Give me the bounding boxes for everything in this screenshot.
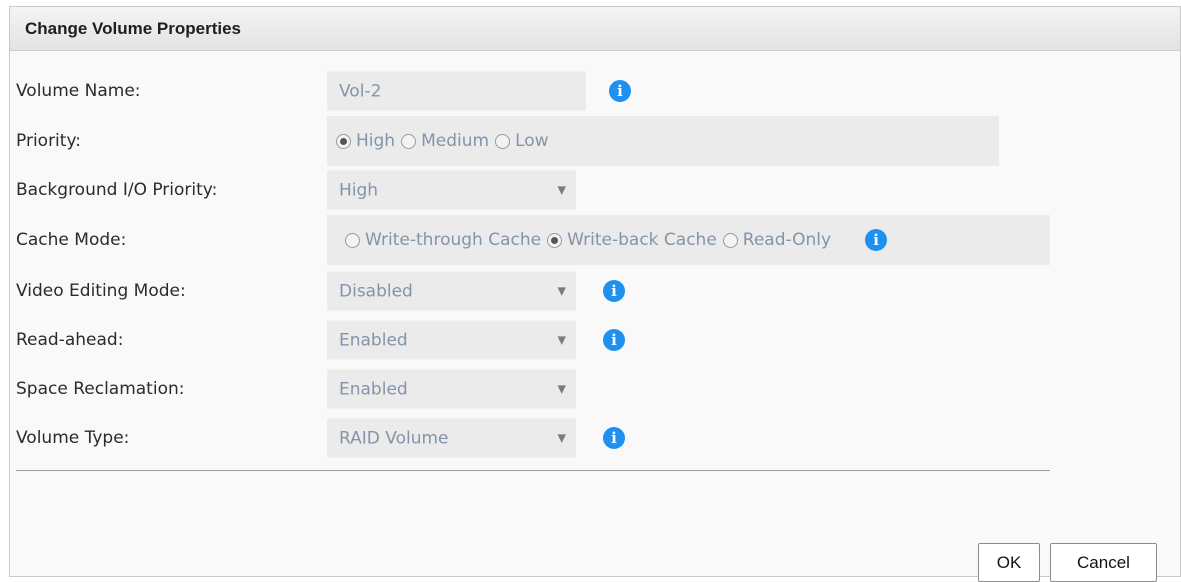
cache-read-only-radio[interactable] — [722, 232, 738, 248]
info-icon[interactable]: i — [603, 280, 625, 302]
dropdown-arrow-icon: ▼ — [557, 431, 566, 445]
info-icon[interactable]: i — [603, 329, 625, 351]
volume-type-row: Volume Type: RAID Volume ▼ i — [0, 418, 1181, 458]
priority-low-radio[interactable] — [495, 133, 511, 149]
video-editing-mode-select[interactable]: Disabled ▼ — [327, 271, 576, 311]
video-editing-mode-value: Disabled — [339, 281, 413, 301]
form-divider — [16, 470, 1050, 471]
priority-low-label[interactable]: Low — [515, 131, 548, 151]
space-reclamation-label: Space Reclamation: — [16, 379, 185, 399]
read-ahead-row: Read-ahead: Enabled ▼ i — [0, 320, 1181, 360]
cache-write-through-radio[interactable] — [345, 232, 360, 248]
cache-write-back-label[interactable]: Write-back Cache — [567, 230, 717, 250]
priority-high-label[interactable]: High — [356, 131, 395, 151]
priority-medium-radio[interactable] — [401, 133, 417, 149]
priority-label: Priority: — [16, 131, 81, 151]
dropdown-arrow-icon: ▼ — [557, 284, 566, 298]
volume-name-label: Volume Name: — [16, 81, 141, 101]
video-editing-mode-row: Video Editing Mode: Disabled ▼ i — [0, 271, 1181, 311]
dropdown-arrow-icon: ▼ — [557, 382, 566, 396]
priority-radio-group: High Medium Low — [327, 116, 999, 166]
volume-name-value: Vol-2 — [339, 81, 382, 101]
video-editing-mode-label: Video Editing Mode: — [16, 281, 186, 301]
cache-mode-row: Cache Mode: Write-through Cache Write-ba… — [0, 215, 1181, 265]
bg-io-priority-value: High — [339, 180, 379, 200]
space-reclamation-row: Space Reclamation: Enabled ▼ — [0, 369, 1181, 409]
space-reclamation-value: Enabled — [339, 379, 408, 399]
info-icon[interactable]: i — [609, 80, 631, 102]
read-ahead-label: Read-ahead: — [16, 330, 124, 350]
dialog-title: Change Volume Properties — [25, 18, 242, 38]
info-icon[interactable]: i — [603, 427, 625, 449]
cache-write-through-label[interactable]: Write-through Cache — [365, 230, 541, 250]
cache-mode-label: Cache Mode: — [16, 230, 127, 250]
volume-type-label: Volume Type: — [16, 428, 130, 448]
priority-high-radio[interactable] — [336, 133, 351, 149]
bg-io-priority-label: Background I/O Priority: — [16, 180, 218, 200]
space-reclamation-select[interactable]: Enabled ▼ — [327, 369, 576, 409]
bg-io-priority-row: Background I/O Priority: High ▼ — [0, 170, 1181, 210]
volume-type-select[interactable]: RAID Volume ▼ — [327, 418, 576, 458]
bg-io-priority-select[interactable]: High ▼ — [327, 170, 576, 210]
volume-name-row: Volume Name: Vol-2 i — [0, 71, 1181, 111]
ok-button[interactable]: OK — [978, 543, 1040, 582]
dialog-titlebar[interactable]: Change Volume Properties — [10, 7, 1180, 51]
volume-name-input[interactable]: Vol-2 — [327, 71, 586, 111]
volume-type-value: RAID Volume — [339, 428, 449, 448]
dropdown-arrow-icon: ▼ — [557, 333, 566, 347]
priority-row: Priority: High Medium Low — [0, 116, 1181, 166]
read-ahead-select[interactable]: Enabled ▼ — [327, 320, 576, 360]
cache-write-back-radio[interactable] — [547, 232, 563, 248]
read-ahead-value: Enabled — [339, 330, 408, 350]
cache-mode-radio-group: Write-through Cache Write-back Cache Rea… — [327, 215, 1050, 265]
priority-medium-label[interactable]: Medium — [421, 131, 489, 151]
dropdown-arrow-icon: ▼ — [557, 183, 566, 197]
info-icon[interactable]: i — [865, 229, 888, 251]
cancel-button[interactable]: Cancel — [1050, 543, 1157, 582]
cache-read-only-label[interactable]: Read-Only — [743, 230, 831, 250]
